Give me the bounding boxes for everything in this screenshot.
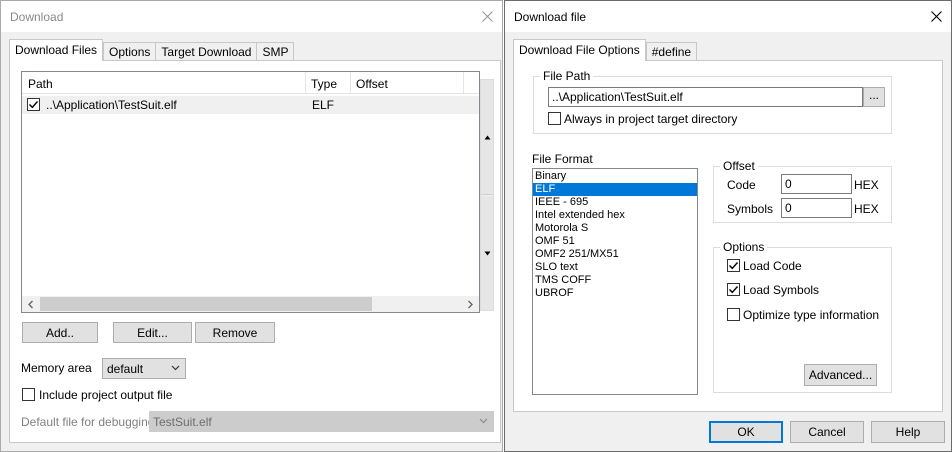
include-output-label: Include project output file bbox=[39, 388, 173, 402]
file-format-list[interactable]: Binary ELF IEEE - 695 Intel extended hex Mot… bbox=[532, 168, 698, 395]
tab-target-download[interactable]: Target Download bbox=[155, 42, 258, 61]
download-titlebar: Download bbox=[1, 1, 502, 32]
row-path: ..\Application\TestSuit.elf bbox=[46, 98, 177, 112]
include-output-checkbox[interactable] bbox=[22, 388, 35, 401]
column-header-type[interactable]: Type bbox=[306, 72, 351, 94]
arrow-down-icon bbox=[484, 251, 490, 255]
download-file-titlebar: Download file bbox=[505, 1, 951, 32]
file-path-input[interactable]: ..\Application\TestSuit.elf bbox=[548, 87, 863, 107]
offset-group-title: Offset bbox=[720, 159, 758, 173]
list-item[interactable]: UBROF bbox=[533, 287, 697, 300]
edit-button[interactable]: Edit... bbox=[113, 322, 192, 343]
symbols-hex-label: HEX bbox=[854, 202, 879, 216]
list-item[interactable]: SLO text bbox=[533, 261, 697, 274]
memory-area-select[interactable]: default bbox=[102, 358, 186, 379]
table-row[interactable]: ..\Application\TestSuit.elf ELF bbox=[22, 96, 479, 114]
column-header-offset[interactable]: Offset bbox=[351, 72, 464, 94]
arrow-up-icon bbox=[484, 135, 490, 139]
advanced-button[interactable]: Advanced... bbox=[804, 364, 877, 386]
chevron-down-icon bbox=[171, 365, 180, 371]
browse-button[interactable]: ... bbox=[863, 87, 885, 107]
download-file-options-page: File Path ..\Application\TestSuit.elf ..… bbox=[513, 60, 943, 412]
chevron-left-icon bbox=[28, 300, 33, 308]
symbols-input[interactable]: 0 bbox=[781, 198, 852, 218]
code-input[interactable]: 0 bbox=[781, 174, 852, 194]
download-file-window: Download file Download File Options #def… bbox=[504, 0, 952, 452]
list-item[interactable]: IEEE - 695 bbox=[533, 196, 697, 209]
horizontal-scrollbar[interactable] bbox=[22, 296, 479, 312]
file-list-header: Path Type Offset bbox=[22, 72, 479, 94]
download-file-tabs: Download File Options #define bbox=[513, 39, 698, 61]
load-symbols-checkbox[interactable] bbox=[727, 283, 740, 296]
load-code-checkbox[interactable] bbox=[727, 259, 740, 272]
default-file-select[interactable]: TestSuit.elf bbox=[149, 411, 494, 432]
scroll-left-button[interactable] bbox=[22, 296, 39, 312]
download-tabs: Download Files Options Target Download S… bbox=[9, 39, 295, 61]
tab-smp[interactable]: SMP bbox=[256, 42, 295, 61]
optimize-type-checkbox[interactable] bbox=[727, 308, 740, 321]
memory-area-value: default bbox=[107, 361, 144, 376]
row-checkbox[interactable] bbox=[27, 98, 40, 111]
options-group-title: Options bbox=[720, 240, 768, 254]
close-icon bbox=[481, 11, 493, 22]
cancel-button[interactable]: Cancel bbox=[790, 421, 864, 443]
file-format-label: File Format bbox=[532, 152, 593, 166]
scroll-down-button[interactable] bbox=[481, 196, 493, 310]
ok-button[interactable]: OK bbox=[709, 421, 783, 443]
remove-button[interactable]: Remove bbox=[195, 322, 275, 343]
list-item[interactable]: Intel extended hex bbox=[533, 209, 697, 222]
default-file-label: Default file for debugging bbox=[21, 415, 155, 429]
horizontal-scroll-thumb[interactable] bbox=[40, 297, 372, 311]
default-file-value: TestSuit.elf bbox=[153, 414, 212, 429]
download-close-button[interactable] bbox=[472, 1, 502, 32]
tab-download-files[interactable]: Download Files bbox=[9, 39, 104, 61]
options-group: Options Load Code Load Symbols Optimize … bbox=[713, 240, 892, 393]
tab-options[interactable]: Options bbox=[103, 42, 157, 61]
chevron-right-icon bbox=[468, 300, 473, 308]
chevron-down-icon bbox=[479, 418, 488, 424]
list-item[interactable]: OMF2 251/MX51 bbox=[533, 248, 697, 261]
list-item[interactable]: OMF 51 bbox=[533, 235, 697, 248]
download-window: Download Download Files Options Target D… bbox=[0, 0, 503, 452]
tab-download-file-options[interactable]: Download File Options bbox=[513, 39, 646, 61]
load-symbols-label: Load Symbols bbox=[743, 283, 820, 297]
checkmark-icon bbox=[729, 262, 739, 270]
vertical-scrollbar[interactable] bbox=[480, 79, 494, 311]
download-file-title: Download file bbox=[514, 9, 587, 24]
download-title: Download bbox=[10, 9, 64, 24]
add-button[interactable]: Add.. bbox=[22, 322, 98, 343]
scroll-up-button[interactable] bbox=[481, 80, 493, 195]
optimize-type-label: Optimize type information bbox=[743, 308, 880, 322]
code-hex-label: HEX bbox=[854, 178, 879, 192]
help-button[interactable]: Help bbox=[871, 421, 945, 443]
list-item[interactable]: Binary bbox=[533, 170, 697, 183]
code-label: Code bbox=[727, 178, 756, 192]
list-item[interactable]: TMS COFF bbox=[533, 274, 697, 287]
tab-define[interactable]: #define bbox=[645, 42, 698, 61]
close-icon bbox=[930, 11, 942, 22]
list-item[interactable]: ELF bbox=[533, 183, 697, 196]
file-path-group: File Path ..\Application\TestSuit.elf ..… bbox=[533, 69, 892, 134]
load-code-label: Load Code bbox=[743, 259, 802, 273]
download-file-close-button[interactable] bbox=[921, 1, 951, 32]
checkmark-icon bbox=[729, 286, 739, 294]
checkmark-icon bbox=[29, 101, 39, 109]
file-list[interactable]: Path Type Offset ..\Application\TestSuit… bbox=[21, 71, 480, 313]
scroll-right-button[interactable] bbox=[462, 296, 479, 312]
list-item[interactable]: Motorola S bbox=[533, 222, 697, 235]
always-in-target-checkbox[interactable] bbox=[548, 112, 561, 125]
always-in-target-label: Always in project target directory bbox=[564, 112, 738, 126]
column-header-path[interactable]: Path bbox=[22, 72, 306, 94]
row-type: ELF bbox=[312, 98, 335, 112]
offset-group: Offset Code 0 HEX Symbols 0 HEX bbox=[713, 159, 892, 223]
symbols-label: Symbols bbox=[727, 202, 774, 216]
file-path-group-title: File Path bbox=[540, 69, 594, 83]
download-files-page: Path Type Offset ..\Application\TestSuit… bbox=[9, 60, 501, 443]
memory-area-label: Memory area bbox=[21, 361, 92, 375]
